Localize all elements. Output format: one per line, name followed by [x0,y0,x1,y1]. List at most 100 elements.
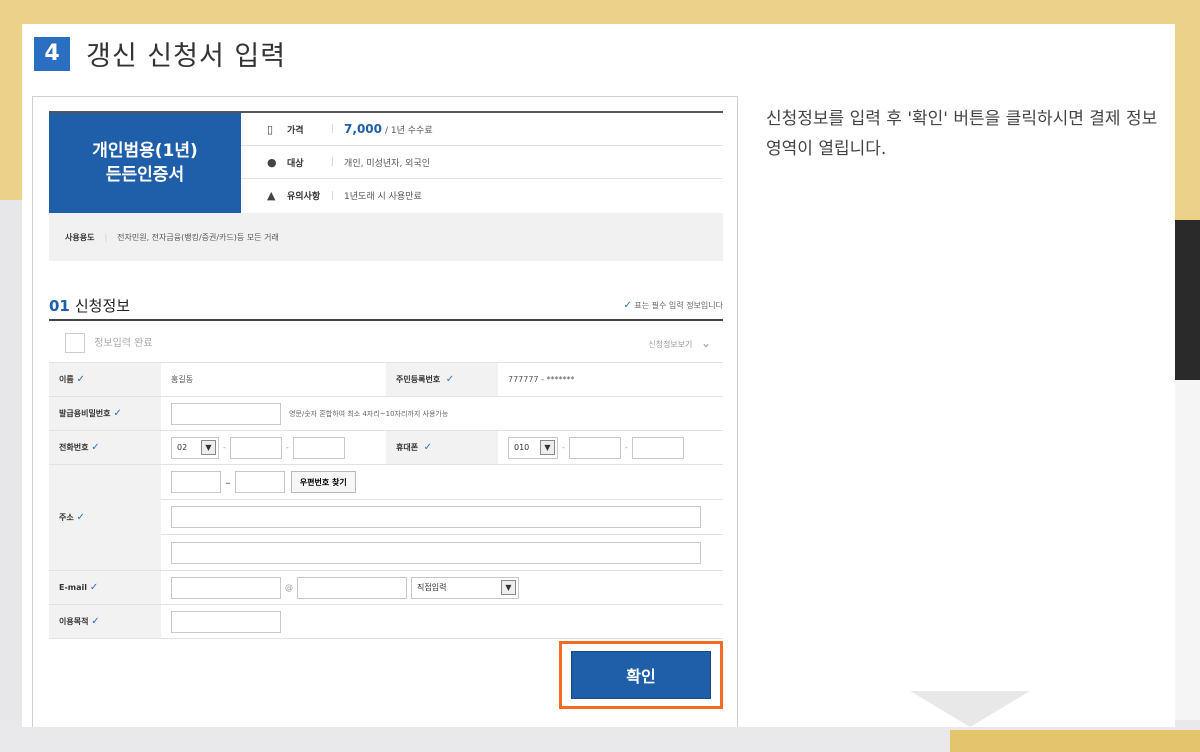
target-value: 개인, 미성년자, 외국인 [344,158,431,169]
check-icon: ✓ [445,374,455,385]
address-line2-input[interactable] [171,541,701,564]
separator: | [331,157,335,167]
mobile-last-input[interactable] [631,436,684,459]
zip-search-button[interactable]: 우편번호 찾기 [290,471,356,493]
purpose-label-text: 이용목적 [59,617,89,626]
usage-row: 사용용도 | 전자민원, 전자금융(뱅킹/증권/카드)등 모든 거래 [49,213,723,261]
check-icon: ✓ [76,374,85,385]
email-id-input[interactable] [171,576,281,599]
form-row-phone: 전화번호 ✓ 02 ▼ - - 휴대폰 ✓ 010 ▼ - - [49,431,723,465]
complete-label: 정보입력 완료 [94,337,153,349]
phone-label: 전화번호 ✓ [49,431,161,464]
check-icon: ✓ [89,582,99,593]
password-label: 발급용비밀번호 ✓ [49,397,161,430]
email-domain-select-value: 직접입력 [417,583,447,592]
step-title: 갱신 신청서 입력 [86,41,287,72]
password-input[interactable] [171,402,281,425]
address-label-text: 주소 [59,513,74,522]
notice-value: 1년도래 시 사용만료 [344,192,422,202]
required-note-text: 표는 필수 입력 정보입니다 [634,300,723,310]
dash: - [285,443,289,452]
view-more-link[interactable]: 신청정보보기 ⌄ [648,336,723,350]
product-name-line2: 든든인증서 [105,165,185,185]
name-value: 홍길동 [171,375,194,384]
step-description: 신청정보를 입력 후 '확인' 버튼을 클릭하시면 결제 정보 영역이 열립니다… [766,109,1158,159]
address-line1-row [161,500,723,535]
chevron-down-icon: ⌄ [700,335,711,350]
mobile-cell: 010 ▼ - - [498,431,723,464]
notice-row: ▲ 유의사항 | 1년도래 시 사용만료 [241,179,723,212]
complete-checkbox[interactable] [65,332,85,353]
form-row-purpose: 이용목적 ✓ [49,605,723,639]
product-name-box: 개인범용(1년) 든든인증서 [49,113,241,213]
phone-last-input[interactable] [292,436,345,459]
check-icon: ✓ [91,442,100,453]
form-row-password: 발급용비밀번호 ✓ 영문/숫자 혼합하여 최소 4자리~10자리까지 사용가능 [49,397,723,431]
name-label: 이름 ✓ [49,363,161,396]
phone-area-select[interactable]: 02 ▼ [171,436,219,459]
view-more-label: 신청정보보기 [648,339,693,349]
form-row-address: 주소 ✓ - 우편번호 찾기 [49,465,723,571]
email-domain-input[interactable] [297,576,407,599]
mobile-prefix-select[interactable]: 010 ▼ [508,436,558,459]
step-number-badge: 4 [34,36,70,71]
price-value: 7,000 [344,122,383,136]
password-cell: 영문/숫자 혼합하여 최소 4자리~10자리까지 사용가능 [161,397,723,430]
rrn-value: 777777 - ******* [508,375,575,384]
step-header: 4 갱신 신청서 입력 [34,34,286,73]
address-label: 주소 ✓ [49,465,161,570]
chevron-down-icon: ▼ [501,580,516,595]
email-at: @ [285,583,293,592]
check-icon: ✓ [76,512,85,523]
mobile-middle-input[interactable] [568,436,621,459]
dash: - [624,443,628,452]
password-label-text: 발급용비밀번호 [59,409,111,418]
guide-panel: 4 갱신 신청서 입력 신청정보를 입력 후 '확인' 버튼을 클릭하시면 결제… [22,24,1175,727]
phone-area-value: 02 [177,443,188,452]
phone-middle-input[interactable] [229,436,282,459]
chevron-down-icon: ▼ [201,440,216,455]
price-row: ▯ 가격 | 7,000 / 1년 수수료 [241,113,723,146]
form-row-name: 이름 ✓ 홍길동 주민등록번호 ✓ 777777 - ******* [49,363,723,397]
separator: | [331,124,335,134]
mobile-label: 휴대폰 ✓ [386,431,498,464]
section-header: 01 신청정보 ✓ 표는 필수 입력 정보입니다 [49,291,723,321]
zip-row: - 우편번호 찾기 [161,465,723,500]
phone-label-text: 전화번호 [59,443,89,452]
purpose-input[interactable] [171,610,281,633]
background-accent [950,730,1200,752]
usage-label: 사용용도 [65,232,95,242]
email-domain-select[interactable]: 직접입력 ▼ [411,576,519,599]
warning-icon: ▲ [267,189,276,202]
product-info: ▯ 가격 | 7,000 / 1년 수수료 ● 대상 | 개인, 미성년자, 외… [241,113,723,213]
address-line1-input[interactable] [171,506,701,528]
password-hint: 영문/숫자 혼합하여 최소 4자리~10자리까지 사용가능 [289,409,449,418]
mobile-label-text: 휴대폰 [396,443,419,452]
required-note: ✓ 표는 필수 입력 정보입니다 [623,300,723,311]
section-title: 01 신청정보 [49,295,130,316]
confirm-button[interactable]: 확인 [571,651,711,699]
person-icon: ● [267,155,277,169]
check-icon: ✓ [423,442,433,453]
dash: - [225,472,231,492]
zip-first-input[interactable] [171,471,221,493]
arrow-down-icon [910,691,1030,727]
price-unit: / 1년 수수료 [385,125,433,136]
target-row: ● 대상 | 개인, 미성년자, 외국인 [241,146,723,179]
address-line2-row [161,535,723,570]
zip-second-input[interactable] [234,471,285,493]
email-cell: @ 직접입력 ▼ [161,571,723,604]
notice-label: 유의사항 [287,192,321,202]
product-name-line1: 개인범용(1년) [92,141,198,161]
complete-toggle[interactable]: 정보입력 완료 [49,332,153,353]
confirm-highlight: 확인 [559,641,723,709]
complete-row: 정보입력 완료 신청정보보기 ⌄ [49,323,723,363]
chevron-down-icon: ▼ [540,440,555,455]
address-cell: - 우편번호 찾기 [161,465,723,570]
dash: - [223,443,226,452]
section-number: 01 [49,296,70,315]
rrn-label-text: 주민등록번호 [396,375,441,384]
dash: - [562,443,565,452]
rrn-label: 주민등록번호 ✓ [386,363,498,396]
form-row-email: E-mail ✓ @ 직접입력 ▼ [49,571,723,605]
